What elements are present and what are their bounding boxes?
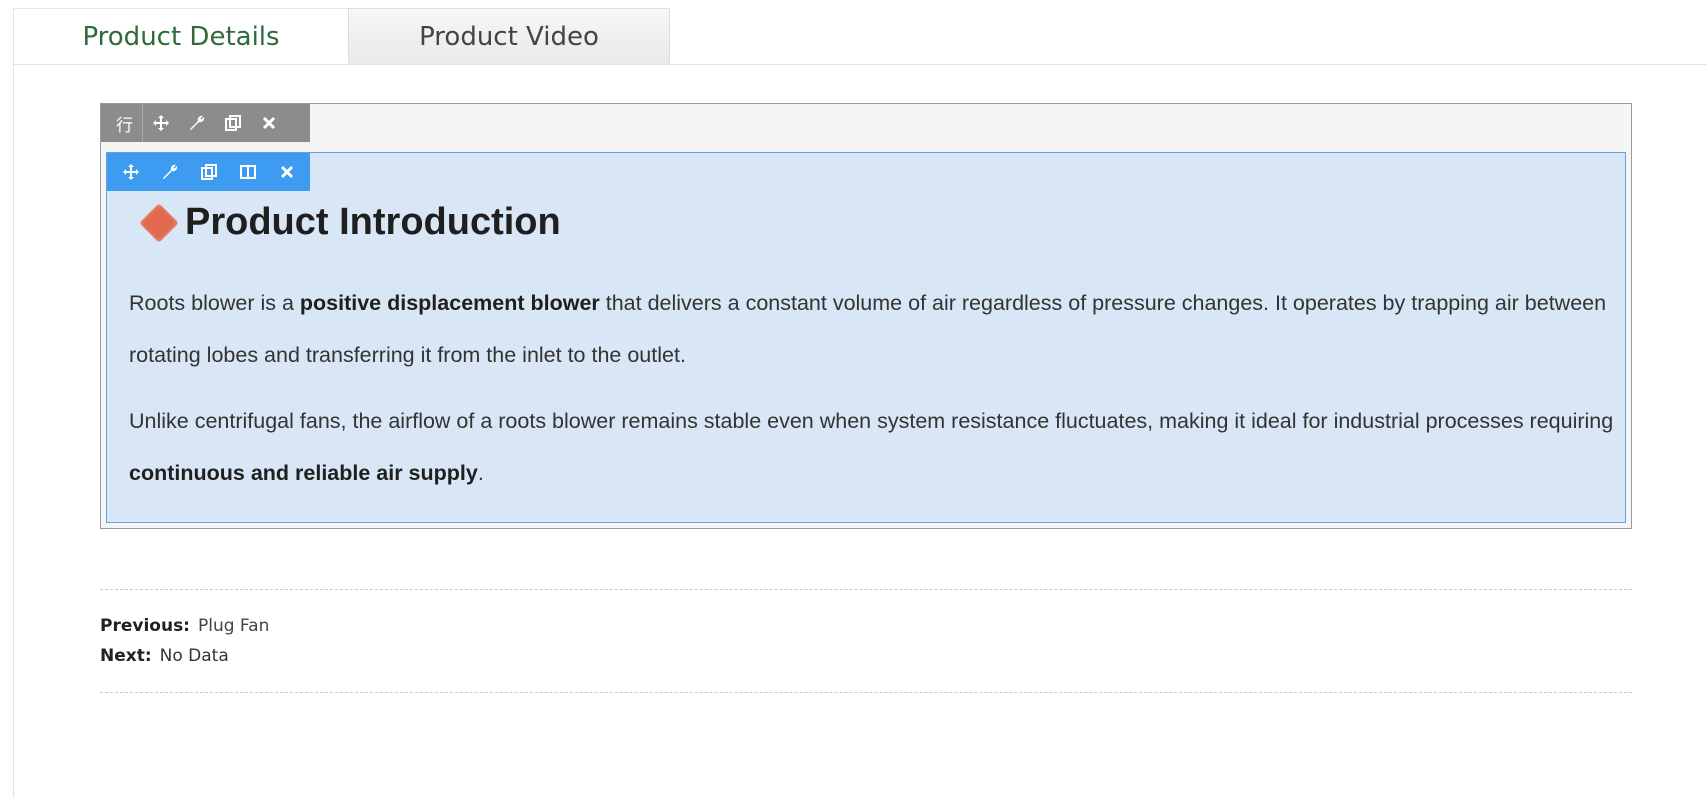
wrench-icon[interactable] [179,104,215,142]
close-icon[interactable] [267,153,306,191]
section-heading: Product Introduction [137,201,561,244]
move-icon[interactable] [143,104,179,142]
intro-paragraph-1: Roots blower is a positive displacement … [129,277,1619,381]
editor-row-block[interactable]: 行 Product Introduction Roots blower is a… [100,103,1632,529]
tab-product-video[interactable]: Product Video [348,8,670,64]
copy-icon[interactable] [215,104,251,142]
wrench-icon[interactable] [150,153,189,191]
next-label: Next: [100,646,152,666]
section-title: Product Introduction [185,201,561,243]
next-product-nav: Next: No Data [100,646,229,666]
previous-label: Previous: [100,616,190,636]
previous-product-link[interactable]: Plug Fan [198,616,269,636]
columns-icon[interactable] [228,153,267,191]
copy-icon[interactable] [189,153,228,191]
next-product-value: No Data [159,646,229,666]
row-label-icon[interactable]: 行 [107,104,143,142]
column-toolbar [107,153,310,191]
tab-bar: Product Details Product Video [13,8,670,65]
para2-bold-text: continuous and reliable air supply [129,461,478,485]
tab-product-details[interactable]: Product Details [13,8,348,64]
close-icon[interactable] [251,104,287,142]
move-icon[interactable] [111,153,150,191]
divider [100,692,1632,693]
previous-product-nav: Previous: Plug Fan [100,616,269,636]
para2-text-end: . [477,461,484,485]
editor-column-block[interactable]: Product Introduction Roots blower is a p… [106,152,1626,523]
intro-paragraph-2: Unlike centrifugal fans, the airflow of … [129,395,1619,499]
divider [100,589,1632,590]
para1-bold-text: positive displacement blower [299,291,600,315]
para2-text-start: Unlike centrifugal fans, the airflow of … [129,409,1614,433]
row-toolbar: 行 [101,104,310,142]
diamond-bullet-icon [139,202,179,243]
para1-text-start: Roots blower is a [129,291,300,315]
